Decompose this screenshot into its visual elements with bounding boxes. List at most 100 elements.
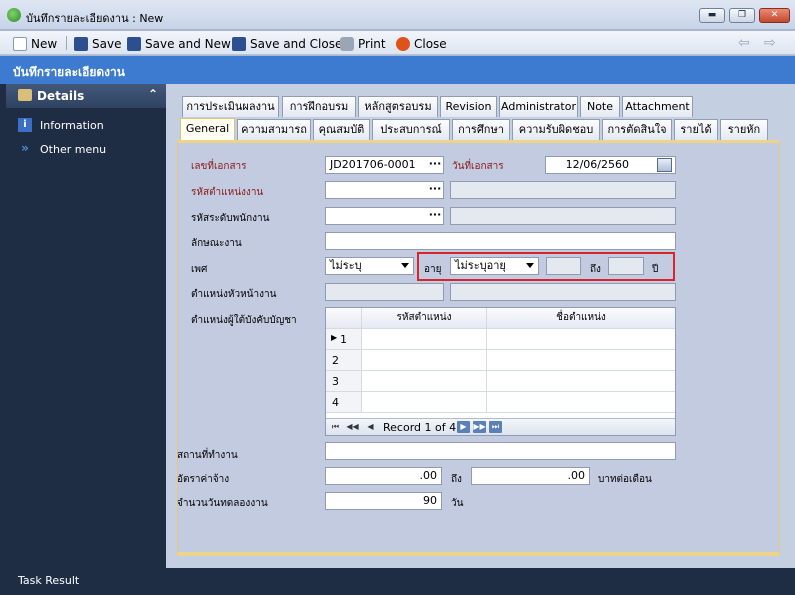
ellipsis-icon[interactable]: ···: [428, 157, 442, 173]
toolbar: New Save Save and New Save and Close Pri…: [0, 31, 795, 55]
close-label: Close: [414, 36, 447, 51]
table-row[interactable]: ▶ 1: [326, 329, 362, 350]
task-result-bar[interactable]: Task Result: [0, 568, 795, 595]
row-number: 1: [340, 333, 347, 346]
grid-cell[interactable]: [362, 350, 487, 371]
tab-competency[interactable]: ความสามารถ: [237, 119, 311, 140]
grid-cell[interactable]: [487, 371, 675, 392]
level-name-field: [450, 207, 676, 225]
year-label: ปี: [652, 264, 659, 275]
grid-cell[interactable]: [362, 329, 487, 350]
save-icon: [74, 36, 88, 51]
tab-revision[interactable]: Revision: [440, 96, 497, 117]
grid-cell[interactable]: [487, 392, 675, 413]
save-and-new-button[interactable]: Save and New: [127, 35, 231, 52]
gender-select[interactable]: ไม่ระบุ: [325, 257, 414, 275]
info-icon: i: [18, 118, 32, 132]
first-record-icon[interactable]: ⏮: [329, 421, 342, 433]
age-value: ไม่ระบุอายุ: [455, 259, 506, 272]
close-button[interactable]: Close: [396, 35, 447, 52]
new-label: New: [31, 36, 58, 51]
age-label: อายุ: [424, 264, 442, 275]
next-page-icon[interactable]: ▶▶: [473, 421, 486, 433]
details-icon: [18, 89, 32, 101]
sidebar-item-other-menu[interactable]: » Other menu: [18, 142, 106, 156]
new-document-icon: [13, 36, 27, 51]
job-type-label: ลักษณะงาน: [191, 238, 242, 249]
position-code-field[interactable]: ···: [325, 181, 444, 199]
sidebar-item-information[interactable]: i Information: [18, 118, 104, 132]
age-select[interactable]: ไม่ระบุอายุ: [450, 257, 539, 275]
workplace-field[interactable]: [325, 442, 676, 460]
salary-to-field[interactable]: .00: [471, 467, 590, 485]
grid-corner: [326, 308, 362, 329]
calendar-icon[interactable]: [657, 158, 672, 172]
grid-cell[interactable]: [487, 329, 675, 350]
ellipsis-icon[interactable]: ···: [428, 208, 442, 224]
table-row[interactable]: 2: [326, 350, 362, 371]
row-number: 4: [332, 396, 339, 409]
save-close-icon: [232, 36, 246, 51]
window-title: บันทึกรายละเอียดงาน : New: [26, 12, 164, 25]
save-new-label: Save and New: [145, 36, 231, 51]
tab-decision[interactable]: การตัดสินใจ: [602, 119, 672, 140]
tab-evaluation[interactable]: การประเมินผลงาน: [182, 96, 279, 117]
last-record-icon[interactable]: ⏭: [489, 421, 502, 433]
sidebar-item-label: Other menu: [40, 142, 107, 156]
maximize-button[interactable]: ❐: [729, 8, 755, 23]
salary-from-field[interactable]: .00: [325, 467, 442, 485]
doc-no-label: เลขที่เอกสาร: [191, 161, 247, 172]
tab-deduction[interactable]: รายหัก: [720, 119, 768, 140]
form-header-title: บันทึกรายละเอียดงาน: [13, 65, 125, 79]
tab-education[interactable]: การศึกษา: [452, 119, 510, 140]
level-code-field[interactable]: ···: [325, 207, 444, 225]
print-button[interactable]: Print: [340, 35, 386, 52]
collapse-icon[interactable]: ⌃: [148, 87, 158, 101]
salary-to-value: .00: [567, 469, 586, 482]
forward-arrow-icon[interactable]: ⇨: [764, 35, 776, 51]
grid-header-code[interactable]: รหัสตำแหน่ง: [362, 308, 487, 329]
new-button[interactable]: New: [13, 35, 57, 52]
job-type-field[interactable]: [325, 232, 676, 250]
grid-cell[interactable]: [362, 371, 487, 392]
tab-income[interactable]: รายได้: [674, 119, 718, 140]
prev-page-icon[interactable]: ◀◀: [346, 421, 359, 433]
doc-no-value: JD201706-0001: [330, 158, 416, 171]
level-code-label: รหัสระดับพนักงาน: [191, 213, 270, 224]
prev-record-icon[interactable]: ◀: [364, 421, 377, 433]
save-and-close-button[interactable]: Save and Close: [232, 35, 342, 52]
tab-attachment[interactable]: Attachment: [622, 96, 693, 117]
tab-general[interactable]: General: [180, 118, 235, 140]
next-record-icon[interactable]: ▶: [457, 421, 470, 433]
sidebar: [0, 84, 166, 568]
title-bar: บันทึกรายละเอียดงาน : New ▬ ❐ ✕: [0, 0, 795, 30]
form-header: บันทึกรายละเอียดงาน: [0, 56, 795, 84]
back-arrow-icon[interactable]: ⇦: [738, 35, 750, 51]
age-from-field: [546, 257, 581, 275]
ellipsis-icon[interactable]: ···: [428, 182, 442, 198]
supervisor-name-field: [450, 283, 676, 301]
app-icon: [7, 8, 21, 22]
close-circle-icon: [396, 36, 410, 51]
tab-training-course[interactable]: หลักสูตรอบรม: [358, 96, 438, 117]
grid-cell[interactable]: [487, 350, 675, 371]
doc-no-field[interactable]: JD201706-0001 ···: [325, 156, 444, 174]
tab-training[interactable]: การฝึกอบรม: [282, 96, 356, 117]
sidebar-section-header[interactable]: Details ⌃: [6, 84, 166, 108]
save-button[interactable]: Save: [74, 35, 121, 52]
table-row[interactable]: 4: [326, 392, 362, 413]
minimize-button[interactable]: ▬: [699, 8, 725, 23]
table-row[interactable]: 3: [326, 371, 362, 392]
tab-responsibility[interactable]: ความรับผิดชอบ: [512, 119, 600, 140]
tab-experience[interactable]: ประสบการณ์: [372, 119, 450, 140]
tab-administrator[interactable]: Administrator: [499, 96, 578, 117]
salary-label: อัตราค่าจ้าง: [177, 474, 230, 485]
sidebar-item-label: Information: [40, 118, 104, 132]
supervisor-label: ตำแหน่งหัวหน้างาน: [191, 289, 277, 300]
probation-field[interactable]: 90: [325, 492, 442, 510]
tab-note[interactable]: Note: [580, 96, 620, 117]
grid-header-name[interactable]: ชื่อตำแหน่ง: [487, 308, 675, 329]
close-window-button[interactable]: ✕: [759, 8, 790, 23]
grid-cell[interactable]: [362, 392, 487, 413]
tab-qualification[interactable]: คุณสมบัติ: [313, 119, 370, 140]
